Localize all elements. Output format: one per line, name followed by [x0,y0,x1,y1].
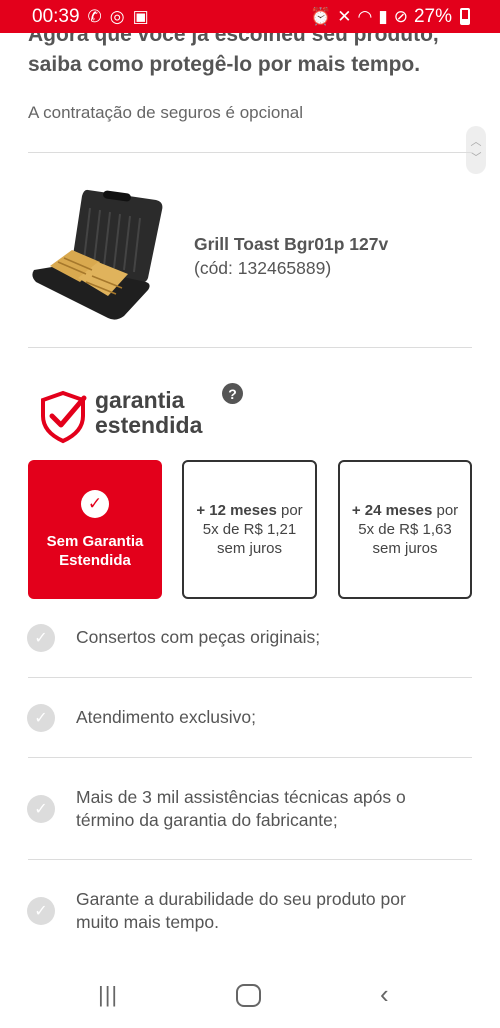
divider [28,677,472,678]
no-disturb-icon: ⊘ [393,7,408,26]
check-icon: ✓ [81,489,109,518]
option-24-price: 5x de R$ 1,63 [358,521,452,538]
status-time: 00:39 [32,5,80,27]
scroll-control[interactable]: ︿ ﹀ [466,126,486,174]
option-24-line-1: + 24 meses por [352,501,458,520]
status-right: ⏰ ✕ ◠ ▮ ⊘ 27% [310,6,470,28]
check-circle-icon: ✓ [27,624,55,652]
status-left: 00:39 ✆ ◎ ▣ [32,6,149,28]
benefit-item: Atendimento exclusivo; [76,707,256,727]
divider [28,347,472,348]
option-24-terms: sem juros [372,540,438,557]
heading-clip: Agora que você já escolheu seu produto, … [0,33,500,85]
divider [28,152,472,153]
option-no-warranty-line-2: Estendida [59,551,131,569]
option-12-terms: sem juros [216,540,283,557]
battery-percent: 27% [413,5,452,27]
product-code: (cód: 132465889) [194,258,332,278]
garantia-title: garantia estendida [95,388,202,438]
product-name: Grill Toast Bgr01p 127v [194,234,389,254]
battery-icon [460,8,470,25]
signal-icon: ▮ [378,7,388,26]
option-24-months[interactable]: + 24 meses por 5x de R$ 1,63 sem juros [338,460,472,599]
home-icon[interactable] [236,984,261,1007]
alarm-icon: ⏰ [310,7,332,26]
check-circle-icon: ✓ [27,795,55,823]
option-no-warranty-line-1: Sem Garantia [46,532,144,550]
option-no-warranty[interactable]: ✓ Sem Garantia Estendida [28,460,162,599]
status-bar: 00:39 ✆ ◎ ▣ ⏰ ✕ ◠ ▮ ⊘ 27% [0,0,500,33]
garantia-title-line-1: garantia [95,387,185,413]
option-12-line-1: + 12 meses por [196,501,302,520]
whatsapp-icon: ✆ [87,7,102,26]
page-heading: Agora que você já escolheu seu produto, … [28,33,478,80]
chevron-up-icon[interactable]: ︿ [471,134,482,150]
benefit-item: Consertos com peças originais; [76,627,321,647]
option-24-months-label: + 24 meses [351,502,433,519]
benefit-item: Garante a durabilidade do seu produto po… [76,889,406,932]
heading-line-1: Agora que você já escolheu seu produto, [28,33,439,46]
option-24-suffix: por [432,502,459,519]
product-image [32,189,163,320]
mute-icon: ✕ [337,7,352,26]
option-12-suffix: por [276,502,303,519]
system-nav-bar: ||| ‹ [0,965,500,1028]
gallery-icon: ▣ [132,7,149,26]
divider [28,757,472,758]
back-icon[interactable]: ‹ [380,979,389,1010]
heading-line-2: saiba como protegê-lo por mais tempo. [28,53,421,76]
instagram-icon: ◎ [109,7,125,26]
shield-check-icon [41,390,87,444]
check-circle-icon: ✓ [27,897,55,925]
help-icon[interactable]: ? [222,383,243,404]
option-12-months-label: + 12 meses [196,502,277,519]
option-12-months[interactable]: + 12 meses por 5x de R$ 1,21 sem juros [182,460,317,599]
option-12-price: 5x de R$ 1,21 [202,521,297,538]
garantia-title-line-2: estendida [95,412,203,438]
benefit-item: Mais de 3 mil assistências técnicas após… [76,787,406,830]
optional-notice: A contratação de seguros é opcional [28,103,304,122]
divider [28,859,472,860]
wifi-icon: ◠ [357,7,373,26]
check-circle-icon: ✓ [27,704,55,732]
recent-apps-icon[interactable]: ||| [98,982,118,1008]
chevron-down-icon[interactable]: ﹀ [471,150,482,166]
